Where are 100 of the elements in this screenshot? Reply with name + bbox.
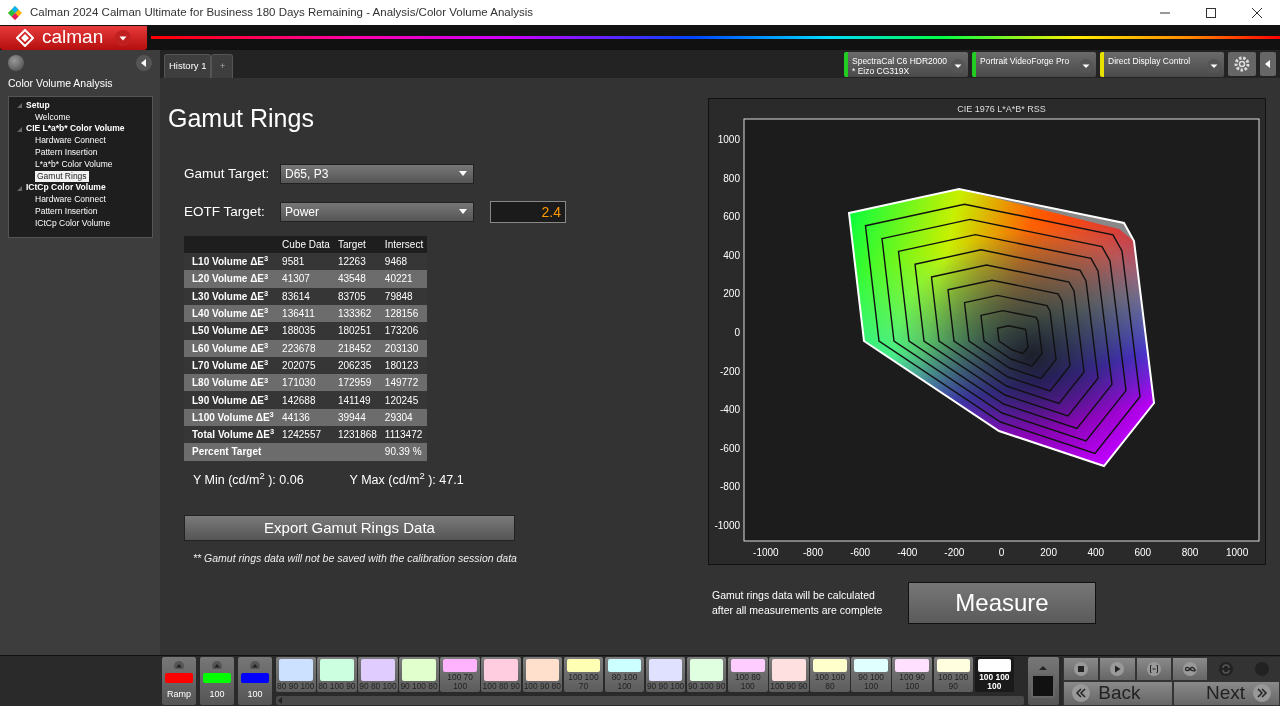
axis-tick-label: -400 <box>720 404 740 416</box>
loop-button[interactable] <box>1171 656 1208 681</box>
table-cell: 128156 <box>380 304 428 323</box>
scroll-left-icon[interactable] <box>276 696 284 705</box>
patch-button[interactable]: 100 90 100 <box>892 657 932 692</box>
patch-label: 100 100 70 <box>567 673 600 691</box>
axis-tick-label: 1000 <box>1225 547 1249 558</box>
table-cell: 9468 <box>380 253 428 271</box>
play-button[interactable] <box>1099 656 1136 681</box>
table-cell: 44136 <box>278 408 334 426</box>
gamma-field[interactable]: 2.4 <box>490 200 566 223</box>
row-label: L80 Volume ΔE$^{3}$ <box>184 374 279 392</box>
row-label: L50 Volume ΔE$^{3}$ <box>184 322 279 340</box>
diamond-logo-icon <box>16 28 34 47</box>
caret-icon <box>459 209 467 215</box>
table-cell: 142688 <box>278 391 334 409</box>
axis-tick-label: -600 <box>720 442 740 454</box>
next-button[interactable]: Next <box>1173 680 1280 706</box>
patch-button[interactable]: 100 80 100 <box>728 657 768 692</box>
table-cell: 41307 <box>278 270 334 288</box>
table-cell: 203130 <box>380 339 428 357</box>
stop-button[interactable] <box>1063 656 1100 681</box>
app-logo-button[interactable]: calman <box>0 25 147 50</box>
pattern-preview-button[interactable] <box>1027 657 1060 705</box>
patch-button[interactable]: 100 100 70 <box>563 657 604 692</box>
y-min-text: Y Min (cd/m$^{2}$ ): 0.06 <box>193 470 304 489</box>
expander-icon[interactable] <box>17 185 22 191</box>
column-header: Cube Data <box>278 235 334 254</box>
add-tab-button[interactable]: + <box>211 54 234 78</box>
tree-item[interactable]: ICtCp Color Volume <box>26 182 106 195</box>
sidebar-title: Color Volume Analysis <box>7 76 114 91</box>
note-text: ** Gamut rings data will not be saved with the calibration session data <box>193 551 518 567</box>
axis-tick-label: 600 <box>1134 547 1152 558</box>
device-selector[interactable]: SpectraCal C6 HDR2000 * Eizo CG319X <box>844 51 968 77</box>
table-cell: 12263 <box>333 253 381 271</box>
tree-item[interactable]: L*a*b* Color Volume <box>35 158 113 171</box>
infinity-icon <box>1182 661 1197 676</box>
refresh-icon <box>1218 661 1233 676</box>
table-cell: 29304 <box>380 408 428 426</box>
patch-label: 100 80 100 <box>733 673 762 691</box>
ramp-button[interactable]: Ramp <box>162 657 196 705</box>
expander-icon[interactable] <box>17 103 22 109</box>
device-label: * Eizo CG319X <box>852 65 911 76</box>
table-cell: 180123 <box>380 356 428 375</box>
axis-tick-label: -600 <box>850 547 871 558</box>
table-cell: 39944 <box>333 408 381 426</box>
collapse-icon[interactable] <box>1260 52 1276 76</box>
row-label: L20 Volume ΔE$^{3}$ <box>184 270 279 288</box>
table-cell: 136411 <box>278 304 334 323</box>
chart-title: CIE 1976 L*A*B* RSS <box>957 104 1046 114</box>
table-cell: 1242557 <box>278 426 334 444</box>
bracket-button[interactable] <box>1135 656 1172 681</box>
ramp-button[interactable]: 100 <box>238 657 272 705</box>
eotf-target-dropdown[interactable]: Power <box>280 201 474 222</box>
table-cell: 1113472 <box>380 426 428 444</box>
up-arrow-icon <box>1038 664 1049 671</box>
axis-tick-label: 400 <box>1087 547 1105 558</box>
scrollbar[interactable] <box>276 696 1024 705</box>
tree-item[interactable]: Hardware Connect <box>35 194 106 206</box>
table-cell: 149772 <box>380 374 428 392</box>
table-cell: 133362 <box>333 304 381 323</box>
ramp-button[interactable]: 100 <box>200 657 234 705</box>
export-button[interactable]: Export Gamut Rings Data <box>184 515 515 542</box>
collapse-icon[interactable] <box>136 55 152 71</box>
settings-icon[interactable] <box>1228 52 1256 76</box>
device-selector[interactable]: Portrait VideoForge Pro <box>972 51 1096 77</box>
ramp-label: 100 <box>209 687 225 701</box>
tree-item[interactable]: Welcome <box>35 111 71 124</box>
gamut-target-dropdown[interactable]: D65, P3 <box>280 163 474 184</box>
tree-item[interactable]: CIE L*a*b* Color Volume <box>26 123 125 136</box>
axis-tick-label: 200 <box>723 288 740 300</box>
patch-button[interactable]: 90 100 100 <box>851 657 891 692</box>
expander-icon[interactable] <box>17 126 22 132</box>
tree-item[interactable]: Pattern Insertion <box>35 146 98 159</box>
patch-label: 100 100 100 <box>978 673 1011 691</box>
tree-item[interactable]: ICtCp Color Volume <box>35 217 111 230</box>
tree-item[interactable]: Gamut Rings <box>35 170 89 183</box>
patch-button[interactable]: 100 100 100 <box>974 657 1015 692</box>
row-label: Total Volume ΔE$^{3}$ <box>184 426 279 444</box>
table-cell: 141149 <box>333 391 381 409</box>
table-cell: 206235 <box>333 356 381 375</box>
up-arrow-icon <box>249 661 261 669</box>
device-selector[interactable]: Direct Display Control <box>1100 51 1224 77</box>
tree-item[interactable]: Setup <box>26 99 50 112</box>
tab[interactable]: History 1 <box>164 54 212 78</box>
field-label: Gamut Target: <box>184 164 271 183</box>
axis-tick-label: 0 <box>998 547 1005 558</box>
patch-button[interactable]: 100 70 100 <box>440 657 480 692</box>
back-button[interactable]: Back <box>1063 680 1174 706</box>
measure-button[interactable]: Measure <box>908 582 1096 624</box>
knob-icon[interactable] <box>8 55 24 71</box>
tree-item[interactable]: Pattern Insertion <box>35 205 98 218</box>
window-title: Calman 2024 Calman Ultimate for Business 180 Days Remaining - Analysis/Color Volume Analysis <box>30 4 534 20</box>
close-icon <box>1252 7 1262 18</box>
tree-item[interactable]: Hardware Connect <box>35 135 106 147</box>
play-icon <box>1110 661 1125 676</box>
page-title: Gamut Rings <box>168 103 315 134</box>
row-label: L90 Volume ΔE$^{3}$ <box>184 391 279 409</box>
axis-tick-label: -1000 <box>753 547 779 558</box>
axis-tick-label: -200 <box>944 547 965 558</box>
